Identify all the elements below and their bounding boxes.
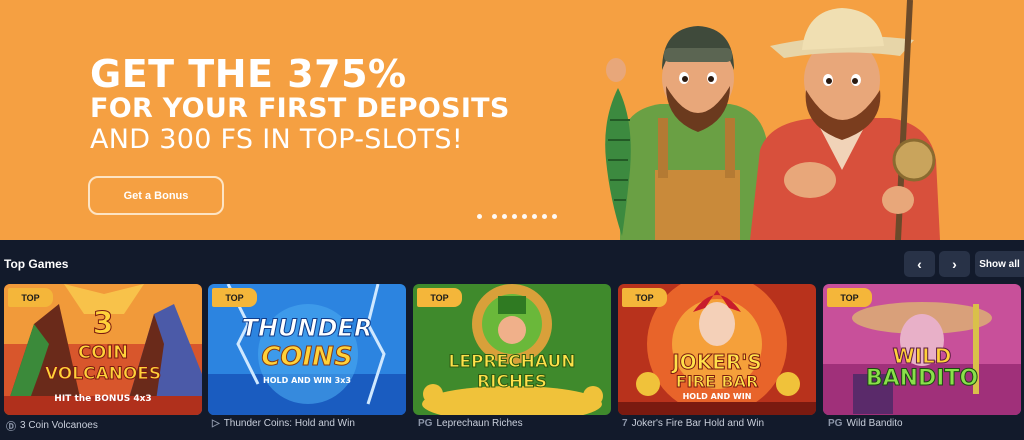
game-art-title: FIRE BAR [675,372,759,392]
carousel-dot[interactable] [542,214,547,219]
game-name[interactable]: Ⓓ 3 Coin Volcanoes [6,418,98,433]
banner-subheadline: FOR YOUR FIRST DEPOSITS [90,93,510,124]
show-all-button[interactable]: Show all [975,251,1024,277]
game-name[interactable]: PG Wild Bandito [828,418,903,429]
game-art-title: VOLCANOES [44,364,162,385]
carousel-dots [477,214,557,219]
game-art-subtitle: HOLD AND WIN 3x3 [263,376,351,385]
game-art-title: LEPRECHAUN [448,352,576,373]
game-name[interactable]: PG Leprechaun Riches [418,418,523,429]
provider-icon: PG [418,418,433,429]
chevron-left-icon[interactable]: ‹ [904,251,935,277]
banner-headline: GET THE 375% [90,52,407,96]
top-badge: TOP [212,288,257,307]
game-art-title: COINS [261,342,353,373]
game-card[interactable]: TOP 3 COIN VOLCANOES HIT the BONUS 4x3 [4,284,202,415]
provider-icon: ▷ [212,418,220,429]
casino-home: GET THE 375% FOR YOUR FIRST DEPOSITS AND… [0,0,1024,440]
carousel-dot[interactable] [532,214,537,219]
top-badge: TOP [417,288,462,307]
game-title: 3 Coin Volcanoes [20,420,98,431]
game-name[interactable]: 7 Joker's Fire Bar Hold and Win [622,418,764,429]
game-title: Wild Bandito [846,418,903,429]
game-art-title: BANDITO [865,366,979,392]
top-badge: TOP [827,288,872,307]
game-card[interactable]: TOP LEPRECHAUN RICHES [413,284,611,415]
get-bonus-button[interactable]: Get a Bonus [88,176,224,215]
game-card[interactable]: TOP THUNDER COINS HOLD AND WIN 3x3 [208,284,406,415]
provider-icon: Ⓓ [6,422,16,433]
top-badge: TOP [622,288,667,307]
game-art-title: WILD [892,344,952,369]
game-art-title: JOKER'S [672,350,763,375]
game-art-title: COIN [77,342,129,364]
chevron-right-icon[interactable]: › [939,251,970,277]
top-games-title: Top Games [4,257,69,271]
carousel-dot[interactable] [512,214,517,219]
top-badge: TOP [8,288,53,307]
game-title: Joker's Fire Bar Hold and Win [631,418,765,429]
carousel-dot[interactable] [552,214,557,219]
carousel-dot[interactable] [502,214,507,219]
carousel-dot[interactable] [492,214,497,219]
carousel-dot[interactable] [477,214,482,219]
game-title: Leprechaun Riches [436,418,523,429]
game-card[interactable]: TOP JOKER'S FIRE BAR HOLD AND WIN [618,284,816,415]
carousel-dot[interactable] [522,214,527,219]
banner-tagline: AND 300 FS IN TOP-SLOTS! [90,124,463,155]
provider-icon: 7 [622,418,628,429]
game-name[interactable]: ▷ Thunder Coins: Hold and Win [212,418,355,429]
game-art-number: 3 [92,306,114,342]
game-title: Thunder Coins: Hold and Win [223,418,355,429]
promo-banner[interactable]: GET THE 375% FOR YOUR FIRST DEPOSITS AND… [0,0,1024,240]
game-art-title: THUNDER [241,314,373,343]
fishermen-illustration [605,0,940,240]
game-art-title: RICHES [477,372,548,393]
game-art-subtitle: HOLD AND WIN [682,392,752,401]
provider-icon: PG [828,418,843,429]
game-art-subtitle: HIT the BONUS 4x3 [54,394,152,404]
game-card[interactable]: TOP WILD BANDITO [823,284,1021,415]
